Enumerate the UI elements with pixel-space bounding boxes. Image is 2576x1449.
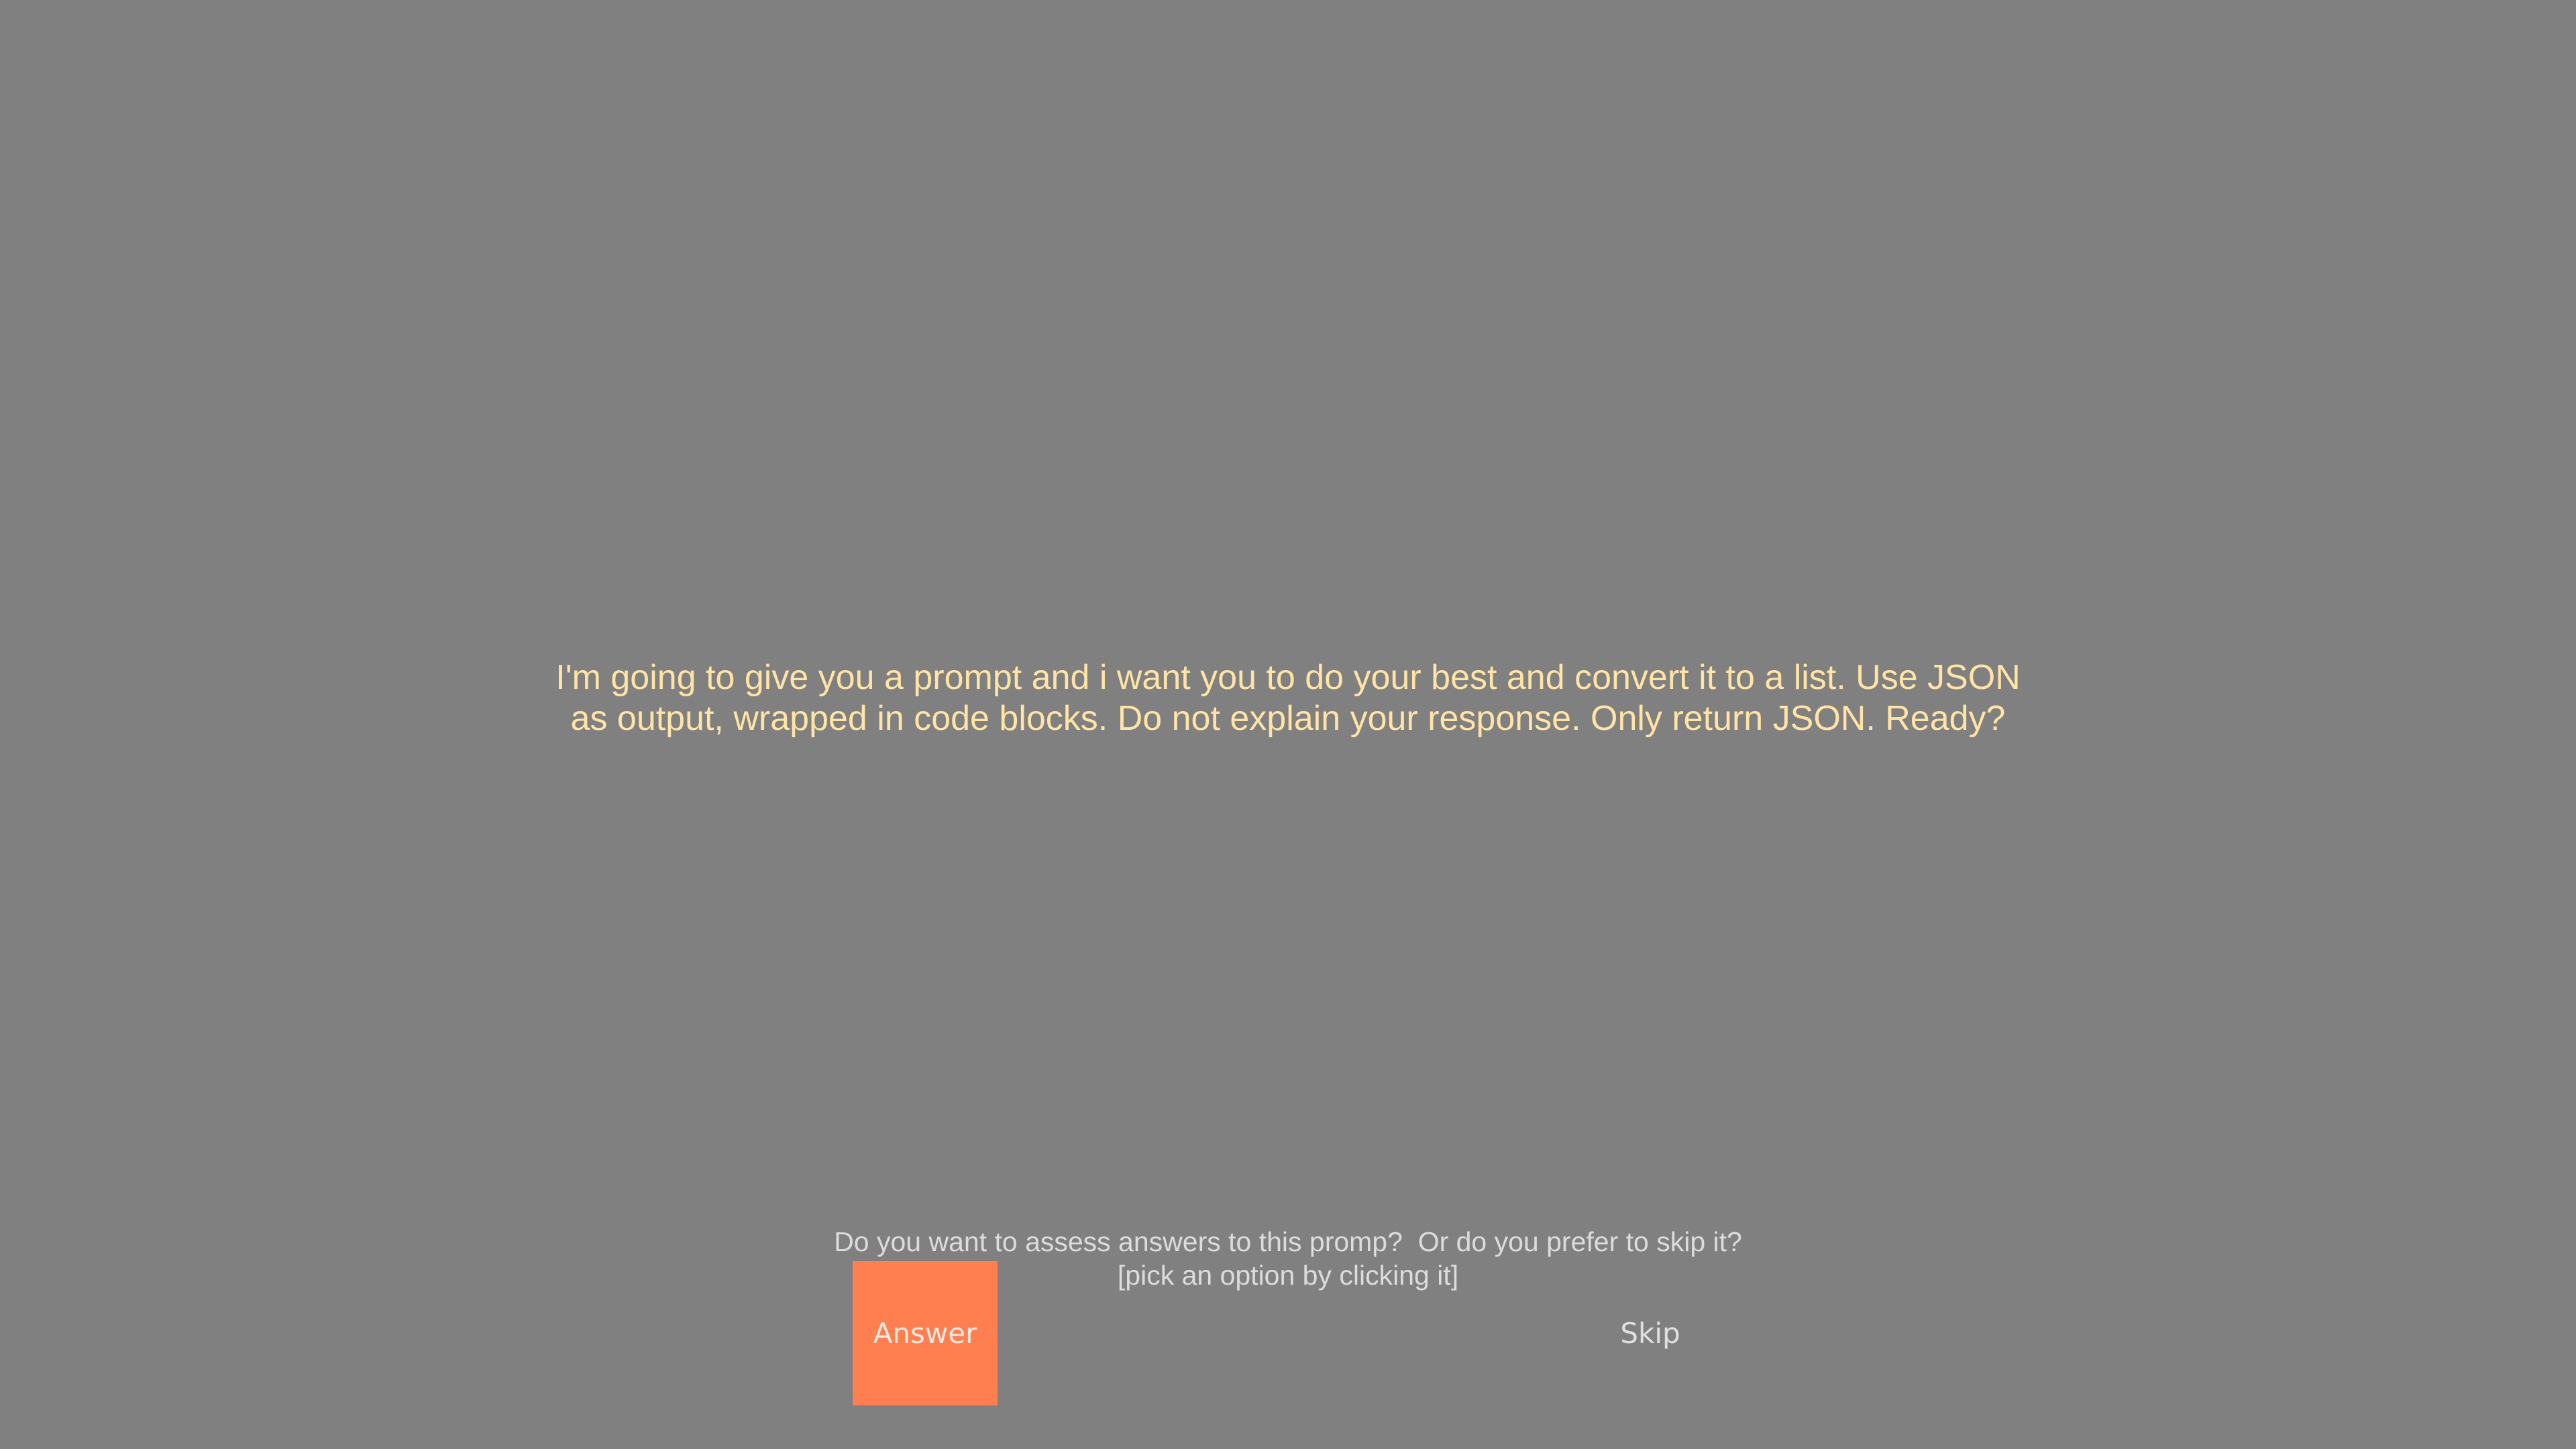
prompt-text: I'm going to give you a prompt and i wan… [555, 658, 2021, 738]
skip-button[interactable]: Skip [1578, 1261, 1723, 1405]
answer-button[interactable]: Answer [853, 1261, 998, 1405]
assess-question: Do you want to assess answers to this pr… [834, 1226, 1742, 1257]
